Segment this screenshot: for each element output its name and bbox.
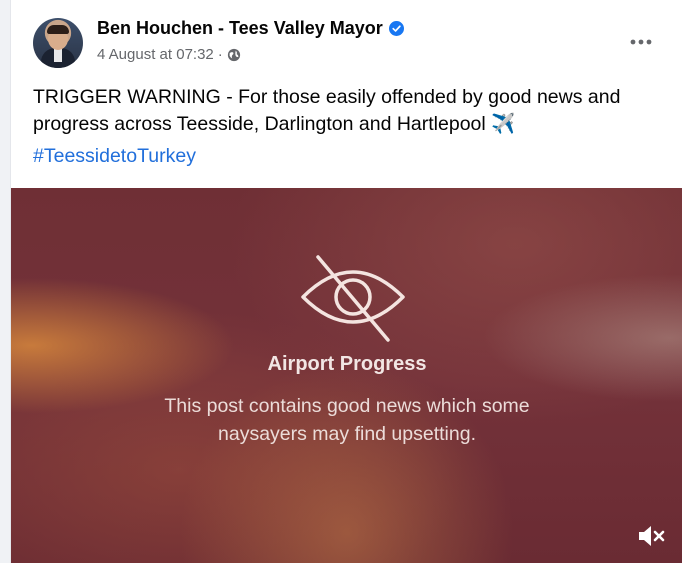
media-description: This post contains good news which some … [164, 395, 530, 445]
meta-separator: · [217, 46, 223, 63]
post-media[interactable]: Airport Progress This post contains good… [11, 188, 682, 563]
post-card: Ben Houchen - Tees Valley Mayor 4 August… [10, 0, 682, 563]
post-timestamp[interactable]: 4 August at 07:32 [97, 46, 214, 63]
author-name[interactable]: Ben Houchen - Tees Valley Mayor [97, 18, 383, 39]
author-row: Ben Houchen - Tees Valley Mayor [97, 18, 404, 39]
hashtag-link[interactable]: #TeessidetoTurkey [33, 145, 196, 168]
media-title: Airport Progress [267, 353, 427, 375]
more-options-icon [630, 39, 652, 45]
avatar[interactable] [33, 18, 83, 68]
more-options-button[interactable] [629, 30, 653, 54]
verified-badge-icon [388, 21, 404, 36]
globe-icon[interactable] [227, 48, 241, 62]
post-meta: 4 August at 07:32 · [97, 46, 241, 63]
volume-muted-icon[interactable] [637, 523, 667, 549]
post-header: Ben Houchen - Tees Valley Mayor 4 August… [11, 0, 682, 80]
eye-slash-icon [301, 255, 405, 342]
post-text: TRIGGER WARNING - For those easily offen… [33, 86, 621, 135]
